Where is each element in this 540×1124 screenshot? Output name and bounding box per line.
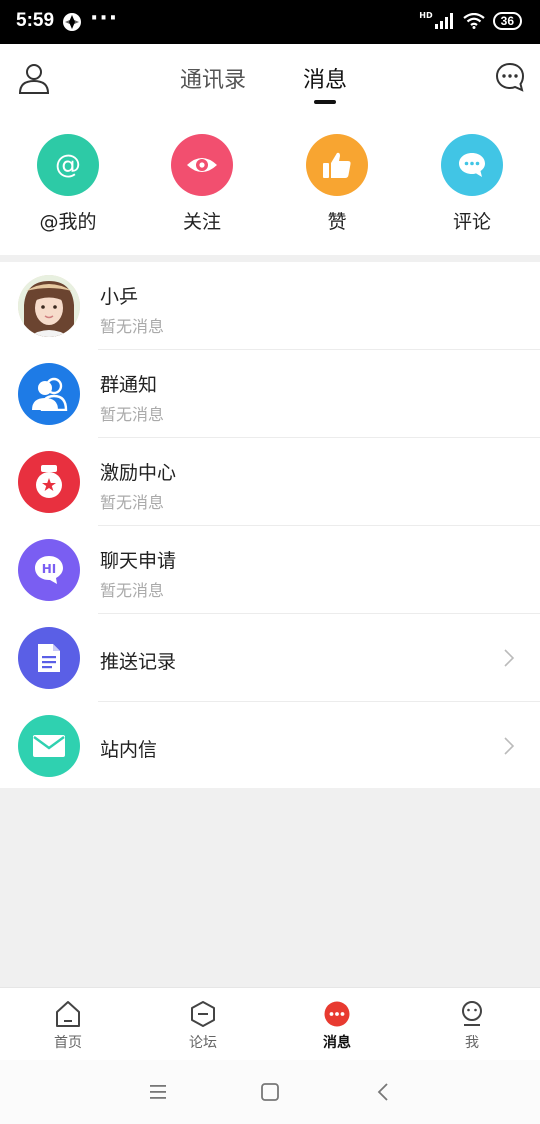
home-icon <box>56 1001 80 1027</box>
group-icon <box>18 363 80 425</box>
message-list: 小乒 暂无消息 群通知 暂无消息 激励中心 暂无消息 HI 聊天申请 暂无消息 … <box>0 262 540 788</box>
thumbs-up-icon <box>306 134 368 196</box>
tab-contacts[interactable]: 通讯录 <box>180 62 246 94</box>
row-title: 群通知 <box>100 374 158 396</box>
status-more-icon: ··· <box>90 6 119 31</box>
quick-at-me[interactable]: @ @我的 <box>18 134 118 234</box>
row-title: 激励中心 <box>100 462 177 484</box>
list-item-xiaopang[interactable]: 小乒 暂无消息 <box>0 262 540 350</box>
home-button-icon[interactable] <box>258 1080 282 1104</box>
quick-label: 关注 <box>182 211 221 233</box>
quick-label: @我的 <box>39 211 97 233</box>
list-item-push-history[interactable]: 推送记录 <box>0 614 540 702</box>
active-tab-indicator <box>314 100 336 104</box>
row-subtitle: 暂无消息 <box>100 493 165 512</box>
top-header: 通讯录 消息 <box>0 44 540 110</box>
comment-icon <box>441 134 503 196</box>
nav-label: 论坛 <box>189 1035 217 1051</box>
document-icon <box>18 627 80 689</box>
hi-chat-icon: HI <box>18 539 80 601</box>
quick-follow[interactable]: 关注 <box>152 134 252 234</box>
row-subtitle: 暂无消息 <box>100 317 165 336</box>
messages-icon <box>324 1001 350 1027</box>
mail-icon <box>18 715 80 777</box>
status-bar: 5:59 ··· HD 36 <box>0 0 540 44</box>
bottom-nav: 首页 论坛 消息 我 <box>0 987 540 1061</box>
battery-indicator: 36 <box>492 12 522 30</box>
row-subtitle: 暂无消息 <box>100 405 165 424</box>
row-title: 站内信 <box>100 739 158 761</box>
avatar <box>18 275 80 337</box>
user-profile-icon[interactable] <box>18 62 50 94</box>
app-notification-icon <box>63 13 81 31</box>
list-item-group-notice[interactable]: 群通知 暂无消息 <box>0 350 540 438</box>
system-nav-bar <box>0 1060 540 1124</box>
forum-icon <box>191 1001 215 1027</box>
list-item-inbox[interactable]: 站内信 <box>0 702 540 790</box>
quick-like[interactable]: 赞 <box>287 134 387 234</box>
medal-icon <box>18 451 80 513</box>
nav-label: 消息 <box>323 1035 351 1051</box>
svg-text:@: @ <box>55 150 81 180</box>
svg-text:HI: HI <box>42 562 57 576</box>
row-title: 小乒 <box>100 286 139 308</box>
menu-icon[interactable] <box>146 1080 170 1104</box>
nav-label: 首页 <box>54 1035 82 1051</box>
tab-messages[interactable]: 消息 <box>303 62 347 94</box>
quick-label: 赞 <box>327 211 347 233</box>
back-icon[interactable] <box>372 1080 396 1104</box>
quick-label: 评论 <box>452 211 491 233</box>
eye-icon <box>171 134 233 196</box>
status-time: 5:59 <box>16 10 55 31</box>
list-item-reward-center[interactable]: 激励中心 暂无消息 <box>0 438 540 526</box>
chevron-right-icon <box>504 737 515 755</box>
at-icon: @ <box>37 134 99 196</box>
chat-bubble-icon[interactable] <box>495 62 525 92</box>
nav-me[interactable]: 我 <box>432 1000 512 1052</box>
quick-comment[interactable]: 评论 <box>422 134 522 234</box>
nav-home[interactable]: 首页 <box>28 1000 108 1052</box>
row-subtitle: 暂无消息 <box>100 581 165 600</box>
nav-forum[interactable]: 论坛 <box>163 1000 243 1052</box>
nav-messages[interactable]: 消息 <box>297 1000 377 1052</box>
nav-label: 我 <box>465 1035 479 1051</box>
chevron-right-icon <box>504 649 515 667</box>
quick-actions: @ @我的 关注 赞 评论 <box>0 110 540 255</box>
signal-icon <box>434 13 453 29</box>
row-title: 聊天申请 <box>100 550 177 572</box>
list-item-chat-requests[interactable]: HI 聊天申请 暂无消息 <box>0 526 540 614</box>
row-title: 推送记录 <box>100 651 177 673</box>
wifi-icon <box>462 13 485 29</box>
me-icon <box>462 1001 482 1026</box>
hd-indicator: HD <box>419 10 433 20</box>
